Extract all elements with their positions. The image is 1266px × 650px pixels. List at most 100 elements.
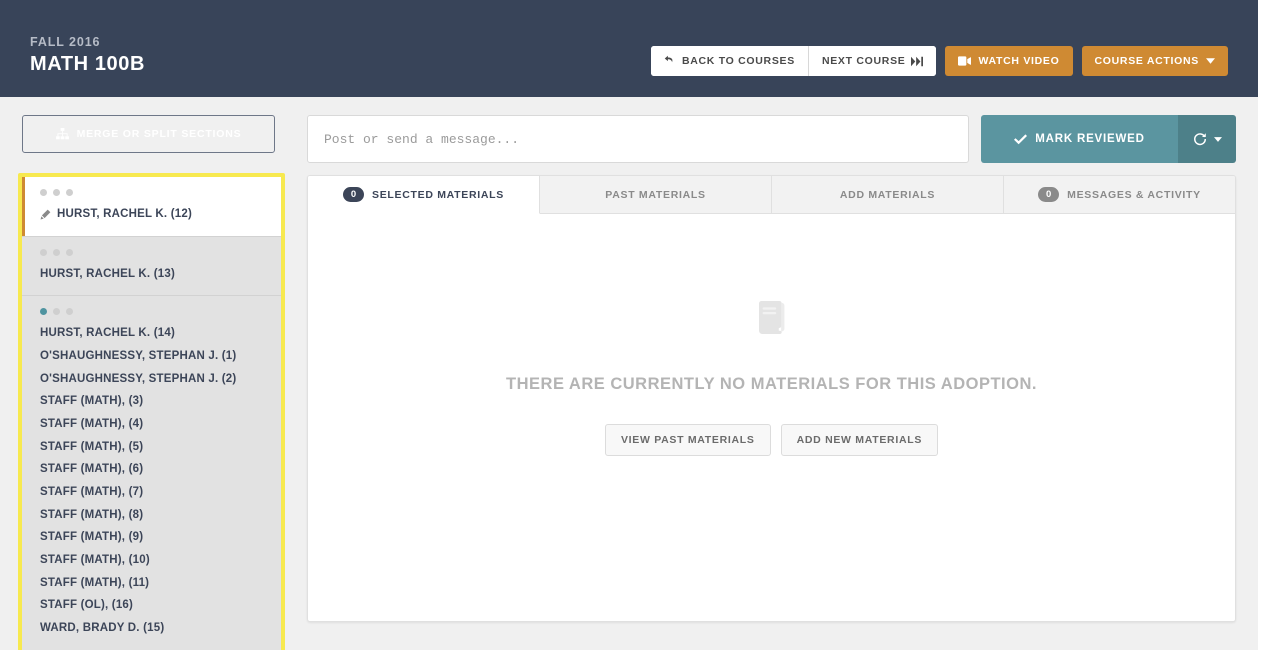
check-icon bbox=[1014, 134, 1027, 145]
tab-label: ADD MATERIALS bbox=[840, 189, 935, 201]
section-group[interactable]: HURST, RACHEL K. (14) O'SHAUGHNESSY, STEP… bbox=[22, 295, 281, 649]
section-list-item[interactable]: STAFF (MATH), (9) bbox=[22, 526, 281, 549]
undo-arrow-icon bbox=[664, 55, 676, 67]
app-header: FALL 2016 MATH 100B BACK TO COURSES NEXT… bbox=[0, 0, 1258, 97]
message-input[interactable] bbox=[307, 115, 969, 163]
status-dot bbox=[66, 189, 73, 196]
section-list-item[interactable]: O'SHAUGHNESSY, STEPHAN J. (1) bbox=[22, 345, 281, 368]
navigation-button-group: BACK TO COURSES NEXT COURSE bbox=[651, 46, 937, 76]
mark-reviewed-label: MARK REVIEWED bbox=[1035, 133, 1144, 145]
section-list-item[interactable]: STAFF (MATH), (7) bbox=[22, 481, 281, 504]
status-dot bbox=[40, 308, 47, 315]
back-to-courses-button[interactable]: BACK TO COURSES bbox=[651, 46, 808, 76]
tab-badge: 0 bbox=[343, 187, 364, 202]
section-group[interactable]: HURST, RACHEL K. (12) bbox=[22, 177, 281, 236]
add-new-materials-button[interactable]: ADD NEW MATERIALS bbox=[781, 424, 938, 456]
view-past-materials-button[interactable]: VIEW PAST MATERIALS bbox=[605, 424, 771, 456]
section-group[interactable]: HURST, RACHEL K. (13) bbox=[22, 236, 281, 296]
next-course-button[interactable]: NEXT COURSE bbox=[808, 46, 937, 76]
section-list-item-label: STAFF (MATH), (10) bbox=[40, 552, 150, 569]
back-to-courses-label: BACK TO COURSES bbox=[682, 55, 795, 67]
undo-circle-icon bbox=[1193, 132, 1207, 146]
course-actions-button[interactable]: COURSE ACTIONS bbox=[1082, 46, 1229, 76]
section-list: HURST, RACHEL K. (12) HURST, RACHEL K. (1… bbox=[18, 173, 285, 650]
empty-state: THERE ARE CURRENTLY NO MATERIALS FOR THI… bbox=[308, 214, 1235, 456]
tab-label: MESSAGES & ACTIVITY bbox=[1067, 189, 1201, 201]
watch-video-button[interactable]: WATCH VIDEO bbox=[945, 46, 1072, 76]
materials-tabs: 0 SELECTED MATERIALS PAST MATERIALS ADD MAT… bbox=[308, 176, 1235, 214]
section-list-item-label: HURST, RACHEL K. (12) bbox=[57, 206, 192, 223]
section-list-item-label: WARD, BRADY D. (15) bbox=[40, 620, 164, 637]
section-list-item-label: O'SHAUGHNESSY, STEPHAN J. (2) bbox=[40, 371, 236, 388]
section-list-item[interactable]: HURST, RACHEL K. (13) bbox=[22, 263, 281, 286]
tab-label: PAST MATERIALS bbox=[605, 189, 705, 201]
empty-state-actions: VIEW PAST MATERIALS ADD NEW MATERIALS bbox=[605, 424, 938, 456]
tab-past-materials[interactable]: PAST MATERIALS bbox=[540, 176, 772, 213]
status-dot bbox=[40, 249, 47, 256]
status-dot bbox=[40, 189, 47, 196]
status-dot bbox=[66, 249, 73, 256]
section-list-item[interactable]: HURST, RACHEL K. (12) bbox=[25, 203, 281, 226]
mark-reviewed-button[interactable]: MARK REVIEWED bbox=[981, 115, 1178, 163]
materials-card: 0 SELECTED MATERIALS PAST MATERIALS ADD MAT… bbox=[307, 175, 1236, 622]
sitemap-icon bbox=[56, 128, 69, 140]
status-dot bbox=[66, 308, 73, 315]
main-content: MARK REVIEWED 0SELECTED MATERIALSPA bbox=[289, 97, 1258, 650]
section-list-item-label: STAFF (OL), (16) bbox=[40, 597, 133, 614]
section-list-item[interactable]: HURST, RACHEL K. (14) bbox=[22, 322, 281, 345]
caret-down-icon bbox=[1214, 137, 1222, 142]
video-camera-icon bbox=[958, 56, 971, 66]
course-identity: FALL 2016 MATH 100B bbox=[30, 34, 145, 77]
section-list-item-label: STAFF (MATH), (7) bbox=[40, 484, 143, 501]
status-dots bbox=[22, 306, 281, 322]
section-list-item[interactable]: STAFF (MATH), (6) bbox=[22, 458, 281, 481]
sidebar: MERGE OR SPLIT SECTIONS HURST, RACHEL K.… bbox=[0, 97, 289, 153]
section-list-item-label: STAFF (MATH), (9) bbox=[40, 529, 143, 546]
caret-down-icon bbox=[1206, 58, 1215, 64]
header-actions: BACK TO COURSES NEXT COURSE WATCH VIDEO … bbox=[651, 46, 1228, 76]
tab-add-materials[interactable]: ADD MATERIALS bbox=[772, 176, 1004, 213]
section-list-item-label: STAFF (MATH), (11) bbox=[40, 575, 149, 592]
mark-reviewed-group: MARK REVIEWED bbox=[981, 115, 1236, 163]
section-list-item-label: O'SHAUGHNESSY, STEPHAN J. (1) bbox=[40, 348, 236, 365]
section-list-item-label: HURST, RACHEL K. (13) bbox=[40, 266, 175, 283]
section-list-item-label: STAFF (MATH), (6) bbox=[40, 461, 143, 478]
term-label: FALL 2016 bbox=[30, 34, 145, 51]
section-list-item[interactable]: STAFF (MATH), (10) bbox=[22, 549, 281, 572]
section-list-item[interactable]: STAFF (MATH), (8) bbox=[22, 504, 281, 527]
app-root: FALL 2016 MATH 100B BACK TO COURSES NEXT… bbox=[0, 0, 1266, 650]
section-list-item[interactable]: STAFF (MATH), (11) bbox=[22, 572, 281, 595]
section-list-item[interactable]: STAFF (MATH), (4) bbox=[22, 413, 281, 436]
section-list-item[interactable]: STAFF (MATH), (3) bbox=[22, 390, 281, 413]
section-list-item-label: STAFF (MATH), (8) bbox=[40, 507, 143, 524]
compose-row: MARK REVIEWED bbox=[289, 97, 1258, 163]
double-chevron-right-icon bbox=[911, 56, 923, 67]
next-course-label: NEXT COURSE bbox=[822, 55, 906, 67]
section-list-item[interactable]: STAFF (MATH), (5) bbox=[22, 436, 281, 459]
section-list-item-label: HURST, RACHEL K. (14) bbox=[40, 325, 175, 342]
page-title: MATH 100B bbox=[30, 52, 145, 77]
status-dot bbox=[53, 249, 60, 256]
tab-selected-materials[interactable]: 0 SELECTED MATERIALS bbox=[308, 176, 540, 214]
status-dots bbox=[25, 187, 281, 203]
pencil-icon bbox=[40, 209, 51, 220]
section-list-item-label: STAFF (MATH), (4) bbox=[40, 416, 143, 433]
status-dot bbox=[53, 308, 60, 315]
tab-badge: 0 bbox=[1038, 187, 1059, 202]
tab-messages-activity[interactable]: 0 MESSAGES & ACTIVITY bbox=[1004, 176, 1235, 213]
course-actions-label: COURSE ACTIONS bbox=[1095, 55, 1200, 67]
section-list-item[interactable]: STAFF (OL), (16) bbox=[22, 594, 281, 617]
section-list-item-label: STAFF (MATH), (5) bbox=[40, 439, 143, 456]
merge-or-split-sections-button[interactable]: MERGE OR SPLIT SECTIONS bbox=[22, 115, 275, 153]
section-list-item-label: STAFF (MATH), (3) bbox=[40, 393, 143, 410]
merge-or-split-sections-label: MERGE OR SPLIT SECTIONS bbox=[77, 128, 242, 140]
watch-video-label: WATCH VIDEO bbox=[978, 55, 1059, 67]
mark-reviewed-dropdown-button[interactable] bbox=[1178, 115, 1236, 163]
section-list-item[interactable]: O'SHAUGHNESSY, STEPHAN J. (2) bbox=[22, 368, 281, 391]
status-dots bbox=[22, 247, 281, 263]
status-dot bbox=[53, 189, 60, 196]
section-list-item[interactable]: WARD, BRADY D. (15) bbox=[22, 617, 281, 640]
tab-label: SELECTED MATERIALS bbox=[372, 189, 504, 201]
empty-state-message: THERE ARE CURRENTLY NO MATERIALS FOR THI… bbox=[506, 375, 1037, 394]
book-icon bbox=[751, 296, 793, 343]
